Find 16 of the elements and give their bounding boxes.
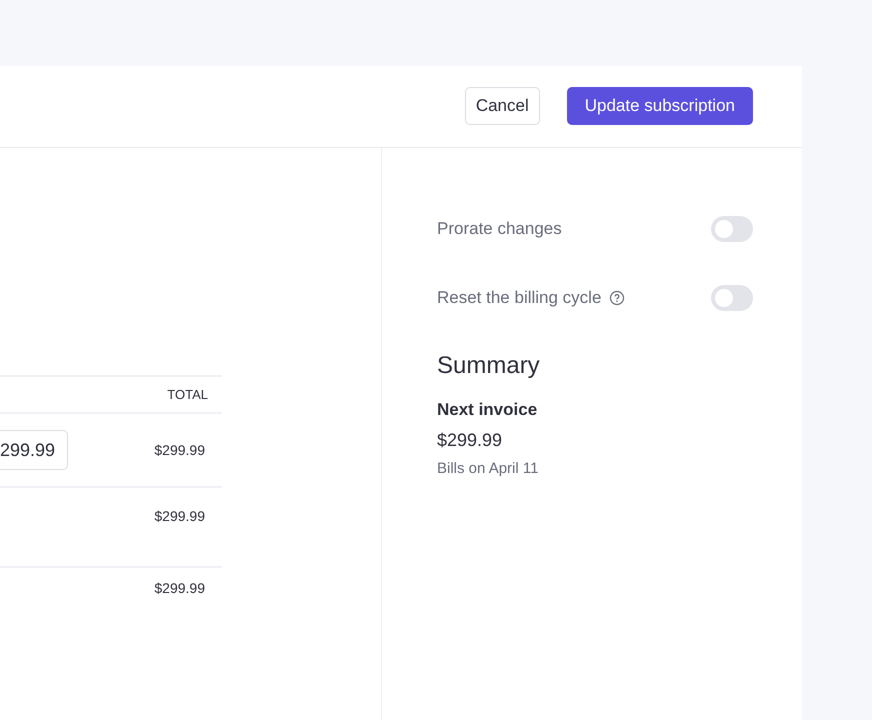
- column-header: TOTAL: [167, 387, 208, 402]
- price-field[interactable]: 299.99: [0, 430, 68, 470]
- cancel-button[interactable]: Cancel: [464, 86, 540, 124]
- table-cell: $299.99: [154, 442, 205, 458]
- table-cell: $299.99: [154, 580, 205, 596]
- invoice-amount: $299.99: [437, 430, 504, 451]
- update-button[interactable]: Update subscription: [566, 86, 753, 124]
- toggle-switch[interactable]: [711, 216, 753, 242]
- setting-label: Reset the billing cycle: [437, 288, 602, 308]
- billing-date: Bills on April 11: [437, 460, 540, 477]
- table-cell: $299.99: [154, 508, 205, 524]
- setting-label: Prorate changes: [437, 219, 562, 239]
- help-icon[interactable]: [609, 290, 626, 306]
- summary-title: Summary: [437, 352, 541, 380]
- toggle-switch[interactable]: [711, 285, 753, 311]
- next-invoice-label: Next invoice: [437, 400, 538, 420]
